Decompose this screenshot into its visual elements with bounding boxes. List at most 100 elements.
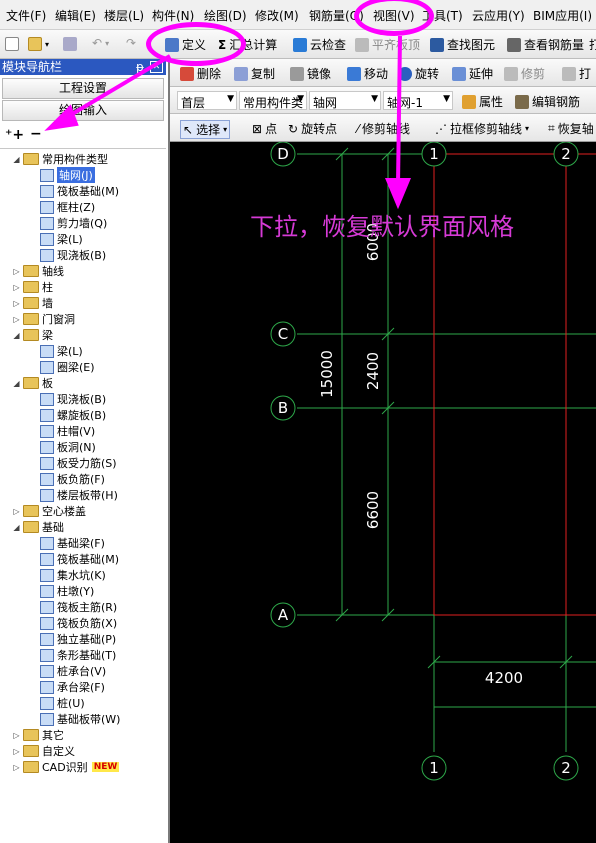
tree-item[interactable]: 条形基础(T) — [40, 647, 116, 663]
menu-draw[interactable]: 绘图(D) — [204, 7, 247, 24]
floor-select[interactable]: 首层 ▼ — [177, 91, 237, 110]
tree-item[interactable]: 独立基础(P) — [40, 631, 116, 647]
expand-icon[interactable]: ▷ — [12, 731, 21, 740]
tree-item[interactable]: 现浇板(B) — [40, 391, 106, 407]
menu-file[interactable]: 文件(F) — [6, 7, 46, 24]
tree-item[interactable]: 板洞(N) — [40, 439, 96, 455]
collapse-icon[interactable]: ◢ — [12, 155, 21, 164]
tree-item[interactable]: 柱墩(Y) — [40, 583, 94, 599]
expand-all-icon[interactable]: ⁺+ — [5, 127, 24, 143]
tree-item[interactable]: 剪力墙(Q) — [40, 215, 107, 231]
tree-folder[interactable]: ▷ 自定义 — [12, 743, 75, 759]
tree-item[interactable]: 基础板带(W) — [40, 711, 120, 727]
menu-cloud[interactable]: 云应用(Y) — [472, 7, 525, 24]
pin-icon[interactable]: ᵽ — [136, 59, 144, 75]
tree-item[interactable]: 楼层板带(H) — [40, 487, 118, 503]
tree-folder[interactable]: ▷ 柱 — [12, 279, 53, 295]
tree-folder[interactable]: ▷ 其它 — [12, 727, 64, 743]
move-button[interactable]: 移动 — [347, 65, 388, 82]
tree-label: 梁(L) — [57, 233, 83, 246]
tree-item[interactable]: 桩承台(V) — [40, 663, 106, 679]
tree-folder[interactable]: ▷ 空心楼盖 — [12, 503, 86, 519]
extend-button[interactable]: 延伸 — [452, 65, 493, 82]
rotate-point-button[interactable]: ↻ 旋转点 — [288, 120, 337, 137]
close-icon[interactable]: ✕ — [150, 61, 163, 73]
point-button[interactable]: ⊠ 点 — [252, 120, 277, 137]
cloud-check-button[interactable]: 云检查 — [293, 36, 346, 53]
expand-icon[interactable]: ▷ — [12, 763, 21, 772]
drawing-input-button[interactable]: 绘图输入 — [2, 100, 164, 121]
tree-item[interactable]: 承台梁(F) — [40, 679, 105, 695]
trim-axis-button[interactable]: ⁄ 修剪轴线 — [357, 120, 410, 137]
find-element-button[interactable]: 查找图元 — [430, 36, 495, 53]
select-button[interactable]: ↖ 选择 ▾ — [180, 120, 231, 139]
restore-axis-button[interactable]: ⌗ 恢复轴 — [548, 120, 594, 137]
menu-bim[interactable]: BIM应用(I) — [533, 7, 592, 24]
tree-item[interactable]: 筏板基础(M) — [40, 183, 119, 199]
project-settings-button[interactable]: 工程设置 — [2, 78, 164, 99]
tree-folder[interactable]: ◢ 板 — [12, 375, 53, 391]
print2-button[interactable]: 打 — [562, 65, 591, 82]
trim-button[interactable]: 修剪 — [504, 65, 545, 82]
delete-button[interactable]: 删除 — [180, 65, 221, 82]
new-icon[interactable] — [5, 37, 19, 51]
expand-icon[interactable]: ▷ — [12, 507, 21, 516]
drawing-canvas[interactable]: D C B A 1 2 1 2 6000 2400 6600 15000 420… — [170, 142, 596, 843]
tree-item[interactable]: 螺旋板(B) — [40, 407, 106, 423]
tree-item[interactable]: 现浇板(B) — [40, 247, 106, 263]
menu-floor[interactable]: 楼层(L) — [104, 7, 144, 24]
collapse-icon[interactable]: ◢ — [12, 523, 21, 532]
expand-icon[interactable]: ▷ — [12, 299, 21, 308]
expand-icon[interactable]: ▷ — [12, 747, 21, 756]
view-rebar-button[interactable]: 查看钢筋量 — [507, 36, 584, 53]
tree-item[interactable]: 框柱(Z) — [40, 199, 95, 215]
mirror-button[interactable]: 镜像 — [290, 65, 331, 82]
tree-folder[interactable]: ▷ 门窗洞 — [12, 311, 75, 327]
tree-folder[interactable]: ▷ 轴线 — [12, 263, 64, 279]
tree-folder[interactable]: ◢ 常用构件类型 — [12, 151, 108, 167]
tree-item[interactable]: 板负筋(F) — [40, 471, 105, 487]
undo-icon[interactable]: ↶ ▾ — [92, 36, 109, 50]
rotate-button[interactable]: 旋转 — [398, 65, 439, 82]
open-icon[interactable]: ▾ — [28, 37, 49, 51]
edit-rebar-button[interactable]: 编辑钢筋 — [515, 93, 580, 110]
redo-icon[interactable]: ↷ — [126, 36, 136, 50]
box-trim-axis-button[interactable]: ⋰ 拉框修剪轴线 ▾ — [435, 120, 529, 137]
tree-item[interactable]: 圈梁(E) — [40, 359, 95, 375]
collapse-icon[interactable]: ◢ — [12, 331, 21, 340]
properties-button[interactable]: 属性 — [462, 93, 503, 110]
save-icon[interactable] — [63, 37, 77, 51]
tree-folder[interactable]: ◢ 基础 — [12, 519, 64, 535]
collapse-all-icon[interactable]: − — [30, 126, 42, 142]
component-icon — [40, 440, 54, 454]
tree-label: 板负筋(F) — [57, 473, 105, 486]
collapse-icon[interactable]: ◢ — [12, 379, 21, 388]
expand-icon[interactable]: ▷ — [12, 267, 21, 276]
tree-item[interactable]: 基础梁(F) — [40, 535, 105, 551]
print-button[interactable]: 打 — [589, 36, 596, 53]
tree-item[interactable]: 柱帽(V) — [40, 423, 95, 439]
tree-item[interactable]: 筏板负筋(X) — [40, 615, 117, 631]
tree-item[interactable]: 轴网(J) — [40, 167, 95, 183]
tree-item[interactable]: 梁(L) — [40, 343, 83, 359]
expand-icon[interactable]: ▷ — [12, 283, 21, 292]
category-select[interactable]: 常用构件类 ▼ — [239, 91, 307, 110]
tree-label: 桩承台(V) — [57, 665, 107, 678]
tree-item[interactable]: 筏板主筋(R) — [40, 599, 117, 615]
tree-folder[interactable]: ▷ CAD识别 NEW — [12, 759, 120, 775]
flat-slab-button[interactable]: 平齐板顶 — [355, 36, 420, 53]
tree-item[interactable]: 筏板基础(M) — [40, 551, 119, 567]
tree-folder[interactable]: ▷ 墙 — [12, 295, 53, 311]
tree-item[interactable]: 板受力筋(S) — [40, 455, 117, 471]
tree-item[interactable]: 桩(U) — [40, 695, 85, 711]
type-select[interactable]: 轴网 ▼ — [309, 91, 381, 110]
tree-item[interactable]: 集水坑(K) — [40, 567, 106, 583]
menu-modify[interactable]: 修改(M) — [255, 7, 299, 24]
name-select[interactable]: 轴网-1 ▼ — [383, 91, 453, 110]
menu-edit[interactable]: 编辑(E) — [55, 7, 96, 24]
expand-icon[interactable]: ▷ — [12, 315, 21, 324]
copy-button[interactable]: 复制 — [234, 65, 275, 82]
tree-folder[interactable]: ◢ 梁 — [12, 327, 53, 343]
tree-item[interactable]: 梁(L) — [40, 231, 83, 247]
component-toolbar: 首层 ▼ 常用构件类 ▼ 轴网 ▼ 轴网-1 ▼ 属性 编辑钢筋 — [170, 87, 596, 114]
